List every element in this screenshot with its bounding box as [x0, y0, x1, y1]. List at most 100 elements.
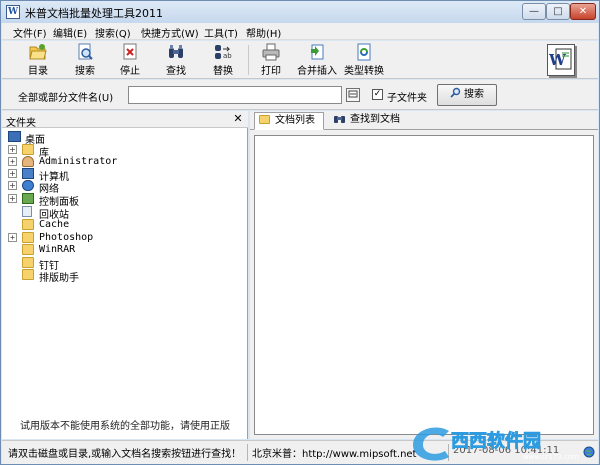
- folder-icon: [22, 219, 34, 230]
- menu-shortcuts[interactable]: 快捷方式(W): [141, 25, 199, 40]
- folder-panel-close-button[interactable]: ✕: [232, 112, 244, 126]
- desktop-icon: [8, 131, 21, 142]
- expand-toggle[interactable]: +: [8, 194, 17, 203]
- tree-node-cache[interactable]: Cache: [8, 219, 208, 231]
- replace-button[interactable]: ab 替换: [202, 43, 244, 77]
- user-icon: [22, 156, 34, 167]
- toolbar-label: 替换: [213, 66, 233, 77]
- stop-icon: [123, 43, 137, 60]
- svg-text:W: W: [548, 51, 567, 69]
- tree-node-administrator[interactable]: + Administrator: [8, 156, 208, 168]
- expand-toggle[interactable]: +: [8, 233, 17, 242]
- toolbar-label: 类型转换: [344, 66, 384, 77]
- word-document-logo: W: [547, 44, 575, 76]
- binoculars-icon: [334, 116, 345, 123]
- toolbar-label: 停止: [120, 66, 140, 77]
- library-icon: [22, 144, 34, 155]
- status-company: 北京米普：http://www.mipsoft.net: [252, 449, 417, 460]
- replace-icon: ab: [215, 45, 232, 60]
- tree-node-dingtalk[interactable]: 钉钉: [8, 257, 208, 272]
- site-watermark: 西西软件园 www.cr173.com: [413, 427, 579, 461]
- expand-toggle[interactable]: +: [8, 157, 17, 166]
- globe-icon: [583, 446, 595, 458]
- tree-node-label: Photoshop: [39, 232, 94, 243]
- toolbar-label: 查找: [166, 66, 186, 77]
- tree-node-label: Administrator: [39, 156, 118, 167]
- tree-node-computer[interactable]: + 计算机: [8, 168, 208, 183]
- folder-icon: [22, 232, 34, 243]
- filename-search-bar: 全部或部分文件名(U) ✓ 子文件夹 搜索: [2, 80, 598, 110]
- close-button[interactable]: ✕: [570, 3, 596, 20]
- tab-label: 查找到文档: [350, 114, 400, 125]
- toolbar-label: 合并插入: [297, 66, 337, 77]
- tree-node-layout-assistant[interactable]: 排版助手: [8, 269, 208, 284]
- tree-node-photoshop[interactable]: + Photoshop: [8, 232, 208, 244]
- folder-panel: 文件夹 ✕ 桌面 + 库 + Administrator + 计算机 + 网络: [2, 111, 248, 439]
- window-title: 米普文档批量处理工具2011: [25, 7, 163, 20]
- stop-button[interactable]: 停止: [109, 43, 151, 77]
- type-convert-button[interactable]: 类型转换: [341, 43, 387, 77]
- menu-tools[interactable]: 工具(T): [204, 25, 238, 40]
- search-files-button[interactable]: 搜索: [64, 43, 106, 77]
- document-list-area[interactable]: [254, 135, 594, 435]
- directory-button[interactable]: 目录: [17, 43, 59, 77]
- menu-help[interactable]: 帮助(H): [246, 25, 281, 40]
- recycle-bin-icon: [22, 206, 32, 217]
- tree-node-desktop[interactable]: 桌面: [6, 131, 206, 146]
- status-hint: 请双击磁盘或目录,或输入文档名搜索按钮进行查找！: [8, 449, 242, 460]
- tab-document-list[interactable]: 文档列表: [254, 112, 324, 130]
- browse-icon: [348, 90, 358, 98]
- expand-toggle[interactable]: +: [8, 181, 17, 190]
- folder-icon: [22, 269, 34, 280]
- type-convert-icon: [357, 43, 371, 61]
- merge-insert-button[interactable]: 合并插入: [294, 43, 340, 77]
- folder-panel-header: 文件夹 ✕: [2, 111, 248, 129]
- menu-bar: 文件(F) 编辑(E) 搜索(Q) 快捷方式(W) 工具(T) 帮助(H): [2, 23, 598, 40]
- filename-input[interactable]: [128, 86, 342, 104]
- minimize-button[interactable]: —: [522, 3, 546, 20]
- subfolder-label: 子文件夹: [387, 93, 427, 104]
- binoculars-icon: [169, 45, 183, 58]
- tree-node-recycle-bin[interactable]: 回收站: [8, 206, 208, 221]
- maximize-button[interactable]: □: [546, 3, 570, 20]
- tree-node-label: 排版助手: [39, 273, 79, 284]
- menu-edit[interactable]: 编辑(E): [53, 25, 87, 40]
- expand-toggle[interactable]: +: [8, 169, 17, 178]
- filename-label: 全部或部分文件名(U): [18, 93, 114, 104]
- search-button[interactable]: 搜索: [437, 84, 497, 106]
- folder-open-icon: [259, 115, 270, 124]
- tree-node-label: WinRAR: [39, 244, 76, 255]
- svg-text:ab: ab: [223, 52, 232, 60]
- app-logo-icon: W: [6, 5, 20, 19]
- folder-icon: [22, 244, 34, 255]
- tree-node-library[interactable]: + 库: [8, 144, 208, 159]
- tab-bar: 文档列表 查找到文档: [250, 111, 598, 130]
- status-separator: [247, 444, 248, 461]
- tree-node-winrar[interactable]: WinRAR: [8, 244, 208, 256]
- tab-found-documents[interactable]: 查找到文档: [330, 112, 414, 130]
- menu-search[interactable]: 搜索(Q): [95, 25, 131, 40]
- toolbar-label: 搜索: [75, 66, 95, 77]
- search-doc-icon: [78, 43, 93, 60]
- expand-toggle[interactable]: +: [8, 145, 17, 154]
- tab-label: 文档列表: [275, 115, 315, 126]
- network-icon: [22, 180, 34, 191]
- browse-button[interactable]: [346, 88, 360, 102]
- tree-node-network[interactable]: + 网络: [8, 180, 208, 195]
- title-bar[interactable]: W 米普文档批量处理工具2011 — □ ✕: [1, 1, 599, 23]
- menu-file[interactable]: 文件(F): [13, 25, 47, 40]
- find-button[interactable]: 查找: [155, 43, 197, 77]
- tree-node-control-panel[interactable]: + 控制面板: [8, 193, 208, 208]
- watermark-text: 西西软件园: [451, 430, 541, 452]
- subfolder-checkbox[interactable]: ✓: [372, 89, 383, 100]
- printer-icon: [262, 43, 280, 61]
- control-panel-icon: [22, 193, 34, 204]
- watermark-site: www.cr173.com: [523, 453, 579, 461]
- print-button[interactable]: 打印: [250, 43, 292, 77]
- folder-panel-title: 文件夹: [6, 118, 36, 129]
- magnifier-icon: [450, 87, 461, 98]
- trial-version-note: 试用版本不能使用系统的全部功能，请使用正版: [20, 421, 230, 432]
- folder-open-icon: [29, 44, 47, 60]
- tree-node-label: Cache: [39, 219, 70, 230]
- toolbar-label: 目录: [28, 66, 48, 77]
